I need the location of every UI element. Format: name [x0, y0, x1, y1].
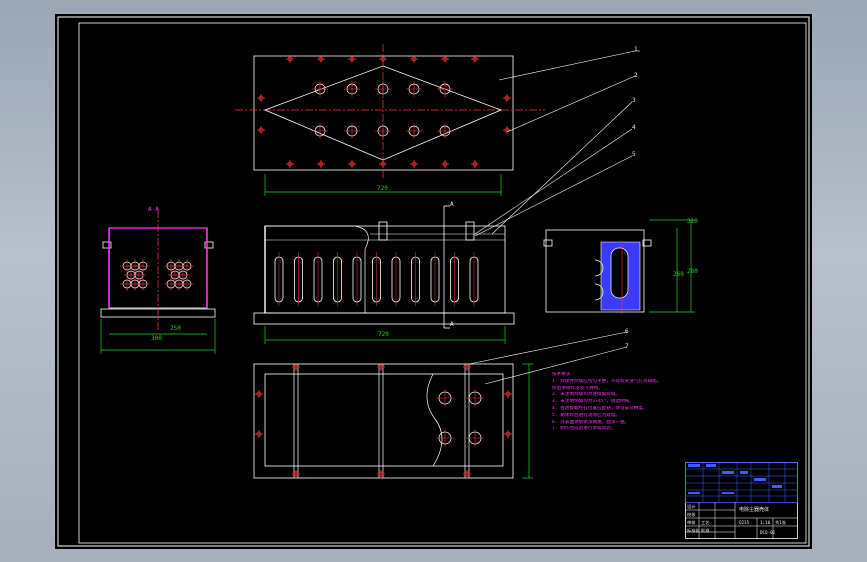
front-lug	[378, 221, 388, 241]
front-lug	[465, 221, 475, 241]
callout-5: 5	[632, 151, 636, 158]
title-block-row-label: 工艺	[701, 520, 710, 525]
technical-notes: 技术要求 1. 焊接件焊缝应均匀平整，不得有夹渣气孔等缺陷。 焊后清除焊渣及飞溅…	[552, 372, 677, 433]
bottom-inner	[264, 373, 504, 467]
leader-2	[506, 75, 636, 133]
title-block-row-label: 标准化	[687, 528, 700, 533]
notes-line: 1. 焊接件焊缝应均匀平整，不得有夹渣气孔等缺陷。	[552, 378, 662, 384]
dim-left-inner: 250	[170, 325, 181, 332]
dim-side-height-3: 260	[673, 271, 684, 278]
notes-line: 7. 制作完成后进行渗漏试验。	[552, 426, 616, 432]
bottom-break-line	[426, 373, 443, 467]
title-block-row-label: 审核	[687, 520, 696, 525]
notes-line: 5. 箱体焊后进行消除应力处理。	[552, 412, 621, 418]
title-block-row-label: 设计	[687, 504, 696, 509]
callout-1: 1	[634, 46, 638, 53]
callout-6: 6	[625, 328, 629, 335]
leader-6	[468, 331, 628, 365]
title-block-drawing-title: 电除尘器壳体	[739, 507, 770, 513]
title-block: 设计 校核 审核 工艺 标准化 批准 电除尘器壳体 Q235 1:10 共1张 …	[685, 462, 798, 539]
notes-line: 3. 未注明倒角均为1×45°，锐边倒钝。	[552, 399, 634, 405]
leader-5	[474, 155, 633, 237]
dim-left-width: 300	[151, 335, 162, 342]
title-block-row-label: 批准	[701, 528, 710, 533]
notes-line: 6. 外表面涂防锈漆两遍，面漆一遍。	[552, 419, 630, 425]
bottom-outline	[253, 363, 514, 479]
right-slot	[610, 247, 629, 299]
drawing-sheet: 1 2 3 4 5 6 7 A A A-A 720 720 300 250 31…	[55, 14, 812, 549]
notes-line: 焊后清除焊渣及飞溅物。	[552, 385, 603, 391]
notes-line: 2. 未注明焊缝均为连续角焊缝。	[552, 392, 621, 398]
section-mark-top: A	[450, 201, 454, 208]
front-body	[264, 225, 506, 314]
title-block-material: Q235	[739, 520, 750, 525]
section-mark-bottom: A	[450, 321, 454, 328]
title-block-row-label: 校核	[687, 512, 696, 517]
notes-heading: 技术要求	[552, 372, 571, 377]
title-block-part-no: DCQ-01	[760, 530, 776, 535]
callout-3: 3	[632, 97, 636, 104]
callout-7: 7	[625, 343, 629, 350]
front-base	[253, 312, 515, 325]
title-block-scale: 1:10	[760, 520, 771, 525]
right-ear	[543, 239, 553, 247]
dim-side-height-2: 280	[687, 268, 698, 275]
callout-4: 4	[632, 124, 636, 131]
notes-line: 4. 各连接螺栓孔位置应配钻，保证安装精度。	[552, 405, 648, 411]
left-view-label: A-A	[148, 206, 159, 213]
dim-top-plan-width: 720	[377, 185, 388, 192]
plan-outline	[253, 55, 514, 171]
dim-front-width: 720	[378, 331, 389, 338]
callout-2: 2	[634, 72, 638, 79]
leader-4	[474, 128, 633, 235]
title-block-sheet: 共1张	[775, 520, 786, 525]
leader-1	[498, 50, 636, 81]
left-ear	[102, 241, 112, 249]
dim-side-height-1: 310	[687, 218, 698, 225]
